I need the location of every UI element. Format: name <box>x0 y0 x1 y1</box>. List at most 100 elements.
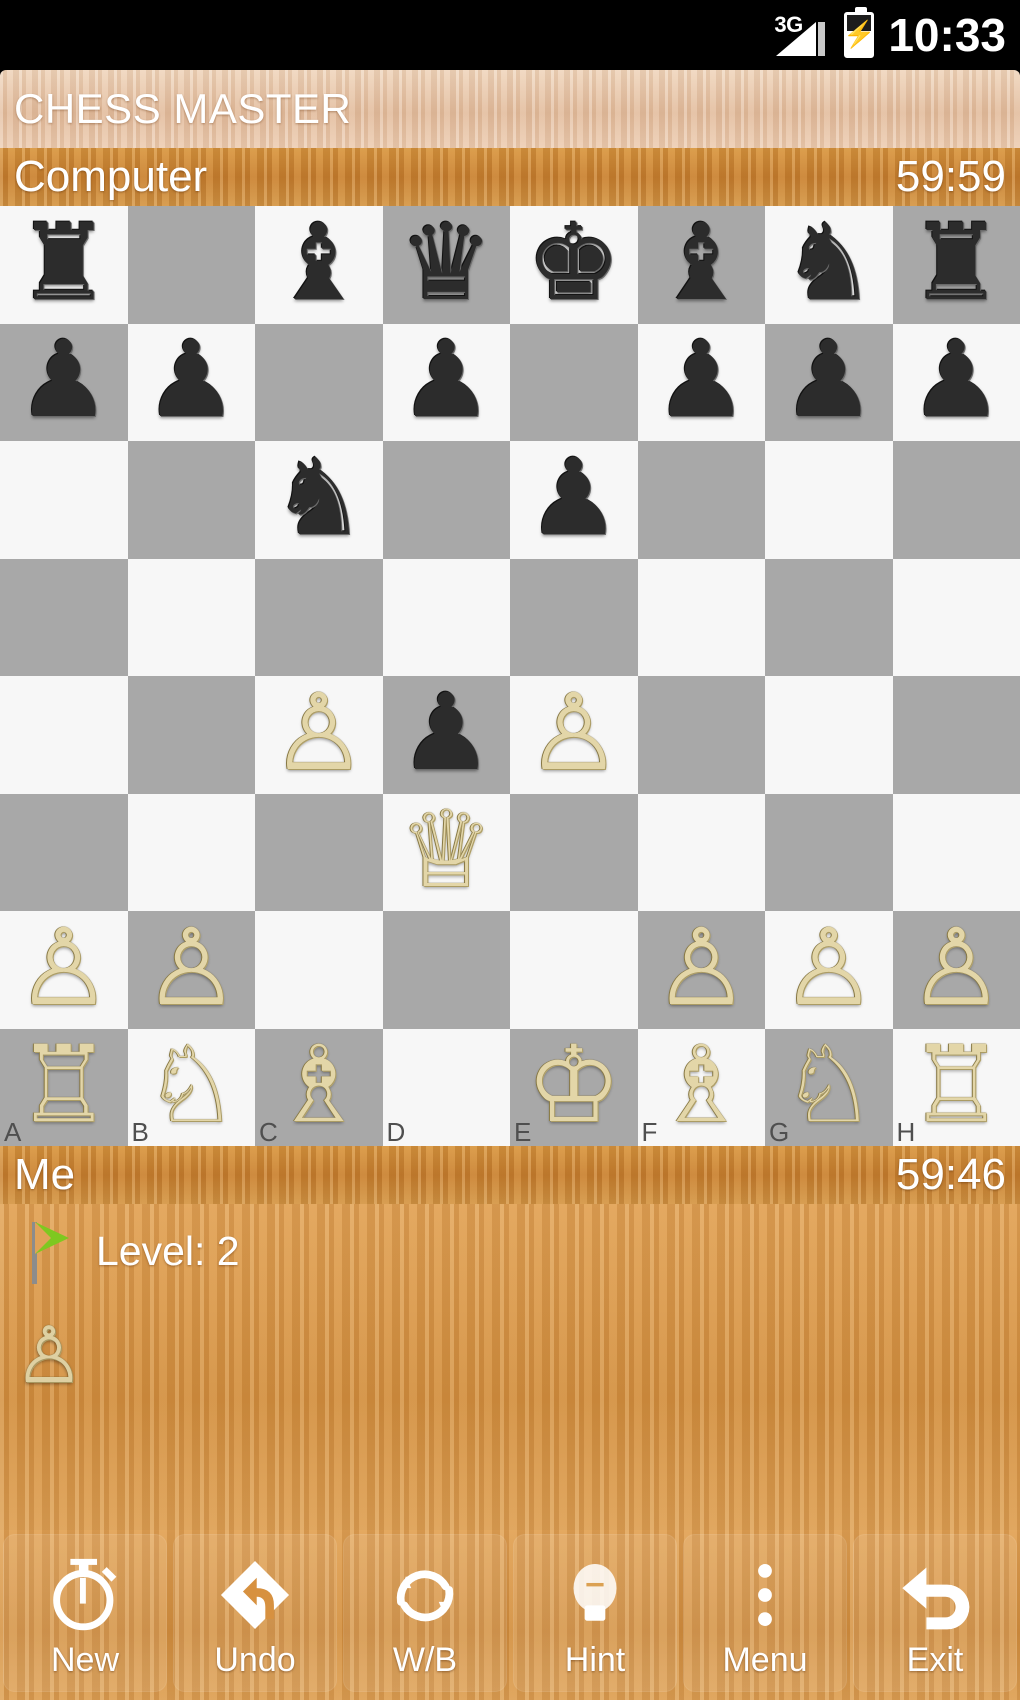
board-square-c8[interactable]: ♝ <box>255 206 383 324</box>
board-square-g6[interactable] <box>765 441 893 559</box>
white-pawn-icon[interactable]: ♙ <box>526 680 621 786</box>
white-pawn-icon[interactable]: ♙ <box>271 680 366 786</box>
board-square-e5[interactable] <box>510 558 638 676</box>
board-square-d3[interactable]: ♕ <box>382 793 510 911</box>
board-square-e4[interactable]: ♙ <box>510 676 638 794</box>
board-square-d5[interactable] <box>382 558 510 676</box>
board-square-a5[interactable] <box>0 558 128 676</box>
white-pawn-icon[interactable]: ♙ <box>781 915 876 1021</box>
board-square-b3[interactable] <box>127 793 255 911</box>
black-pawn-icon[interactable]: ♟ <box>781 327 876 433</box>
board-square-d1[interactable]: D <box>382 1028 510 1146</box>
board-square-a4[interactable] <box>0 676 128 794</box>
board-square-h3[interactable] <box>892 793 1020 911</box>
board-square-a8[interactable]: ♜ <box>0 206 128 324</box>
board-square-b5[interactable] <box>127 558 255 676</box>
board-square-h4[interactable] <box>892 676 1020 794</box>
board-square-e8[interactable]: ♚ <box>510 206 638 324</box>
board-square-f3[interactable] <box>637 793 765 911</box>
black-rook-icon[interactable]: ♜ <box>16 210 111 316</box>
board-square-a1[interactable]: ♖ A <box>0 1028 128 1146</box>
board-square-c6[interactable]: ♞ <box>255 441 383 559</box>
board-square-g3[interactable] <box>765 793 893 911</box>
white-pawn-icon[interactable]: ♙ <box>144 915 239 1021</box>
black-rook-icon[interactable]: ♜ <box>909 210 1004 316</box>
board-square-a3[interactable] <box>0 793 128 911</box>
w-b-button[interactable]: W/B <box>343 1534 507 1692</box>
board-square-c2[interactable] <box>255 911 383 1029</box>
board-square-a6[interactable] <box>0 441 128 559</box>
board-square-b6[interactable] <box>127 441 255 559</box>
board-square-c3[interactable] <box>255 793 383 911</box>
board-square-f1[interactable]: ♗ F <box>637 1028 765 1146</box>
black-pawn-icon[interactable]: ♟ <box>399 680 494 786</box>
black-pawn-icon[interactable]: ♟ <box>144 327 239 433</box>
white-knight-icon[interactable]: ♘ <box>144 1032 239 1138</box>
board-square-c7[interactable] <box>255 323 383 441</box>
board-square-c5[interactable] <box>255 558 383 676</box>
black-knight-icon[interactable]: ♞ <box>271 445 366 551</box>
board-square-a2[interactable]: ♙ <box>0 911 128 1029</box>
board-square-a7[interactable]: ♟ <box>0 323 128 441</box>
white-king-icon[interactable]: ♔ <box>526 1032 621 1138</box>
board-square-d8[interactable]: ♛ <box>382 206 510 324</box>
board-square-d6[interactable] <box>382 441 510 559</box>
board-square-h8[interactable]: ♜ <box>892 206 1020 324</box>
white-knight-icon[interactable]: ♘ <box>781 1032 876 1138</box>
black-bishop-icon[interactable]: ♝ <box>271 210 366 316</box>
board-square-b4[interactable] <box>127 676 255 794</box>
board-square-e1[interactable]: ♔ E <box>510 1028 638 1146</box>
chess-board[interactable]: ♜ ♝ ♛ ♚ ♝ ♞ ♜ ♟ ♟ ♟ ♟ ♟ ♟ ♞ ♟ ♙ ♟ ♙ ♕ ♙ ♙ ♙ ♙ ♙ ♖ A ♘ B ♗ C D ♔ E ♗ F ♘ G ♖ H <box>0 206 1020 1146</box>
board-square-e6[interactable]: ♟ <box>510 441 638 559</box>
board-square-c1[interactable]: ♗ C <box>255 1028 383 1146</box>
board-square-b8[interactable] <box>127 206 255 324</box>
board-square-f5[interactable] <box>637 558 765 676</box>
board-square-b2[interactable]: ♙ <box>127 911 255 1029</box>
board-square-g8[interactable]: ♞ <box>765 206 893 324</box>
board-square-f2[interactable]: ♙ <box>637 911 765 1029</box>
board-square-h7[interactable]: ♟ <box>892 323 1020 441</box>
board-square-e2[interactable] <box>510 911 638 1029</box>
board-square-g1[interactable]: ♘ G <box>765 1028 893 1146</box>
board-square-h6[interactable] <box>892 441 1020 559</box>
white-pawn-icon[interactable]: ♙ <box>654 915 749 1021</box>
board-square-g4[interactable] <box>765 676 893 794</box>
board-square-e7[interactable] <box>510 323 638 441</box>
black-king-icon[interactable]: ♚ <box>526 210 621 316</box>
hint-button[interactable]: Hint <box>513 1534 677 1692</box>
board-square-d2[interactable] <box>382 911 510 1029</box>
new-button[interactable]: New <box>3 1534 167 1692</box>
black-pawn-icon[interactable]: ♟ <box>526 445 621 551</box>
board-square-b1[interactable]: ♘ B <box>127 1028 255 1146</box>
white-pawn-icon[interactable]: ♙ <box>909 915 1004 1021</box>
board-square-d7[interactable]: ♟ <box>382 323 510 441</box>
board-square-f8[interactable]: ♝ <box>637 206 765 324</box>
black-knight-icon[interactable]: ♞ <box>781 210 876 316</box>
black-pawn-icon[interactable]: ♟ <box>654 327 749 433</box>
black-pawn-icon[interactable]: ♟ <box>909 327 1004 433</box>
black-bishop-icon[interactable]: ♝ <box>654 210 749 316</box>
board-square-f4[interactable] <box>637 676 765 794</box>
white-bishop-icon[interactable]: ♗ <box>271 1032 366 1138</box>
white-queen-icon[interactable]: ♕ <box>399 797 494 903</box>
exit-button[interactable]: Exit <box>853 1534 1017 1692</box>
black-queen-icon[interactable]: ♛ <box>399 210 494 316</box>
undo-button[interactable]: Undo <box>173 1534 337 1692</box>
board-square-f7[interactable]: ♟ <box>637 323 765 441</box>
white-bishop-icon[interactable]: ♗ <box>654 1032 749 1138</box>
white-rook-icon[interactable]: ♖ <box>909 1032 1004 1138</box>
black-pawn-icon[interactable]: ♟ <box>16 327 111 433</box>
board-square-b7[interactable]: ♟ <box>127 323 255 441</box>
board-square-f6[interactable] <box>637 441 765 559</box>
black-pawn-icon[interactable]: ♟ <box>399 327 494 433</box>
white-pawn-icon[interactable]: ♙ <box>16 915 111 1021</box>
white-rook-icon[interactable]: ♖ <box>16 1032 111 1138</box>
board-square-g5[interactable] <box>765 558 893 676</box>
board-square-g7[interactable]: ♟ <box>765 323 893 441</box>
board-square-h5[interactable] <box>892 558 1020 676</box>
menu-button[interactable]: Menu <box>683 1534 847 1692</box>
board-square-d4[interactable]: ♟ <box>382 676 510 794</box>
board-square-h2[interactable]: ♙ <box>892 911 1020 1029</box>
board-square-e3[interactable] <box>510 793 638 911</box>
board-square-c4[interactable]: ♙ <box>255 676 383 794</box>
